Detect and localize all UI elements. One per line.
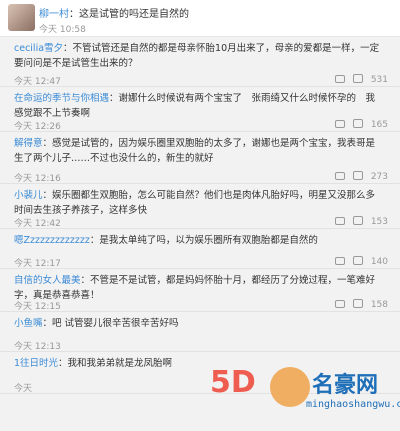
- like-icon[interactable]: [352, 119, 363, 128]
- reply-icon[interactable]: [334, 217, 345, 225]
- comment-actions: 165: [327, 119, 388, 130]
- comment-content: ：吧 试管婴儿很辛苦很辛苦好吗: [42, 318, 179, 329]
- comment-text: 嗯Zzzzzzzzzzzzz：是我太单纯了吗，以为娱乐圈所有双胞胎都是自然的: [14, 233, 384, 248]
- like-icon[interactable]: [352, 299, 363, 308]
- watermark-url: minghaoshangwu.com: [306, 399, 400, 410]
- like-icon[interactable]: [352, 256, 363, 265]
- post-time: 今天 10:58: [39, 25, 86, 35]
- comment-text: 在命运的季节与你相遇：谢娜什么时候说有两个宝宝了 张雨绮又什么时候怀孕的 我感觉…: [14, 91, 384, 121]
- comment-time: 今天 12:13: [14, 342, 61, 352]
- comment-content: ：不管试管还是自然的都是母亲怀胎10月出来了，母亲的爱都是一样，一定要问问是不是…: [14, 43, 380, 69]
- reply-icon[interactable]: [334, 300, 345, 308]
- comment-content: ：我和我弟弟就是龙凤胎啊: [58, 358, 173, 369]
- comment-item: 嗯Zzzzzzzzzzzzz：是我太单纯了吗，以为娱乐圈所有双胞胎都是自然的今天…: [0, 229, 400, 269]
- comment-actions: 153: [327, 216, 388, 227]
- comment-text: 小鱼嘴：吧 试管婴儿很辛苦很辛苦好吗: [14, 316, 384, 331]
- comment-item: 解得意：感觉是试管的，因为娱乐圈里双胞胎的太多了，谢娜也是两个宝宝，我表哥是生了…: [0, 132, 400, 184]
- comment-username[interactable]: 1往日时光: [14, 358, 58, 369]
- comment-item: 自信的女人最美：不管是不是试管，都是妈妈怀胎十月，都经历了分娩过程，一笔难好字，…: [0, 269, 400, 312]
- like-count: 158: [370, 300, 388, 310]
- comment-username[interactable]: cecilia雪夕: [14, 43, 63, 54]
- watermark-brand: 5D: [210, 365, 256, 400]
- comment-content: ：感觉是试管的，因为娱乐圈里双胞胎的太多了，谢娜也是两个宝宝，我表哥是生了两个儿…: [14, 138, 376, 164]
- like-icon[interactable]: [352, 216, 363, 225]
- comment-actions: 273: [327, 171, 388, 182]
- comment-text: 解得意：感觉是试管的，因为娱乐圈里双胞胎的太多了，谢娜也是两个宝宝，我表哥是生了…: [14, 136, 384, 166]
- comment-item: cecilia雪夕：不管试管还是自然的都是母亲怀胎10月出来了，母亲的爱都是一样…: [0, 37, 400, 87]
- comment-username[interactable]: 小裴儿: [14, 190, 43, 201]
- comment-content: ：娱乐圈都生双胞胎，怎么可能自然？他们也是肉体凡胎好吗，明星又没那么多时间去生孩…: [14, 190, 376, 216]
- comment-username[interactable]: 解得意: [14, 138, 43, 149]
- comment-time: 今天 12:26: [14, 122, 61, 132]
- post-username[interactable]: 柳一村: [39, 9, 69, 20]
- reply-icon[interactable]: [334, 257, 345, 265]
- comment-time: 今天 12:17: [14, 259, 61, 269]
- comment-actions: 531: [327, 74, 388, 85]
- like-count: 531: [370, 75, 388, 85]
- comment-time: 今天 12:47: [14, 77, 61, 87]
- reply-icon[interactable]: [334, 172, 345, 180]
- watermark: 5D 名豪网 minghaoshangwu.com: [210, 357, 400, 431]
- comment-username[interactable]: 小鱼嘴: [14, 318, 43, 329]
- comment-time: 今天: [14, 384, 33, 394]
- weibo-comments-screen: 柳一村：这是试管的吗还是自然的 今天 10:58 cecilia雪夕：不管试管还…: [0, 0, 400, 431]
- like-count: 153: [370, 217, 388, 227]
- like-icon[interactable]: [352, 74, 363, 83]
- like-count: 273: [370, 172, 388, 182]
- comment-item: 在命运的季节与你相遇：谢娜什么时候说有两个宝宝了 张雨绮又什么时候怀孕的 我感觉…: [0, 87, 400, 132]
- comment-username[interactable]: 自信的女人最美: [14, 275, 81, 286]
- comment-time: 今天 12:15: [14, 302, 61, 312]
- comment-item: 小裴儿：娱乐圈都生双胞胎，怎么可能自然？他们也是肉体凡胎好吗，明星又没那么多时间…: [0, 184, 400, 229]
- comment-text: cecilia雪夕：不管试管还是自然的都是母亲怀胎10月出来了，母亲的爱都是一样…: [14, 41, 384, 71]
- comment-time: 今天 12:42: [14, 219, 61, 229]
- watermark-logo-icon: [270, 367, 310, 407]
- comment-actions: 140: [327, 256, 388, 267]
- reply-icon[interactable]: [334, 75, 345, 83]
- like-count: 165: [370, 120, 388, 130]
- post-text: 柳一村：这是试管的吗还是自然的: [39, 5, 189, 20]
- comment-text: 小裴儿：娱乐圈都生双胞胎，怎么可能自然？他们也是肉体凡胎好吗，明星又没那么多时间…: [14, 188, 384, 218]
- reply-icon[interactable]: [334, 120, 345, 128]
- comment-item: 小鱼嘴：吧 试管婴儿很辛苦很辛苦好吗今天 12:13: [0, 312, 400, 352]
- like-count: 140: [370, 257, 388, 267]
- like-icon[interactable]: [352, 171, 363, 180]
- watermark-name: 名豪网: [312, 373, 379, 398]
- comment-username[interactable]: 在命运的季节与你相遇: [14, 93, 109, 104]
- comment-username[interactable]: 嗯Zzzzzzzzzzzzz: [14, 235, 90, 246]
- comment-time: 今天 12:16: [14, 174, 61, 184]
- avatar[interactable]: [8, 4, 35, 31]
- post-content: ：这是试管的吗还是自然的: [69, 9, 189, 20]
- comment-content: ：是我太单纯了吗，以为娱乐圈所有双胞胎都是自然的: [89, 235, 318, 246]
- comment-actions: 158: [327, 299, 388, 310]
- original-post-row: 柳一村：这是试管的吗还是自然的 今天 10:58: [0, 0, 400, 37]
